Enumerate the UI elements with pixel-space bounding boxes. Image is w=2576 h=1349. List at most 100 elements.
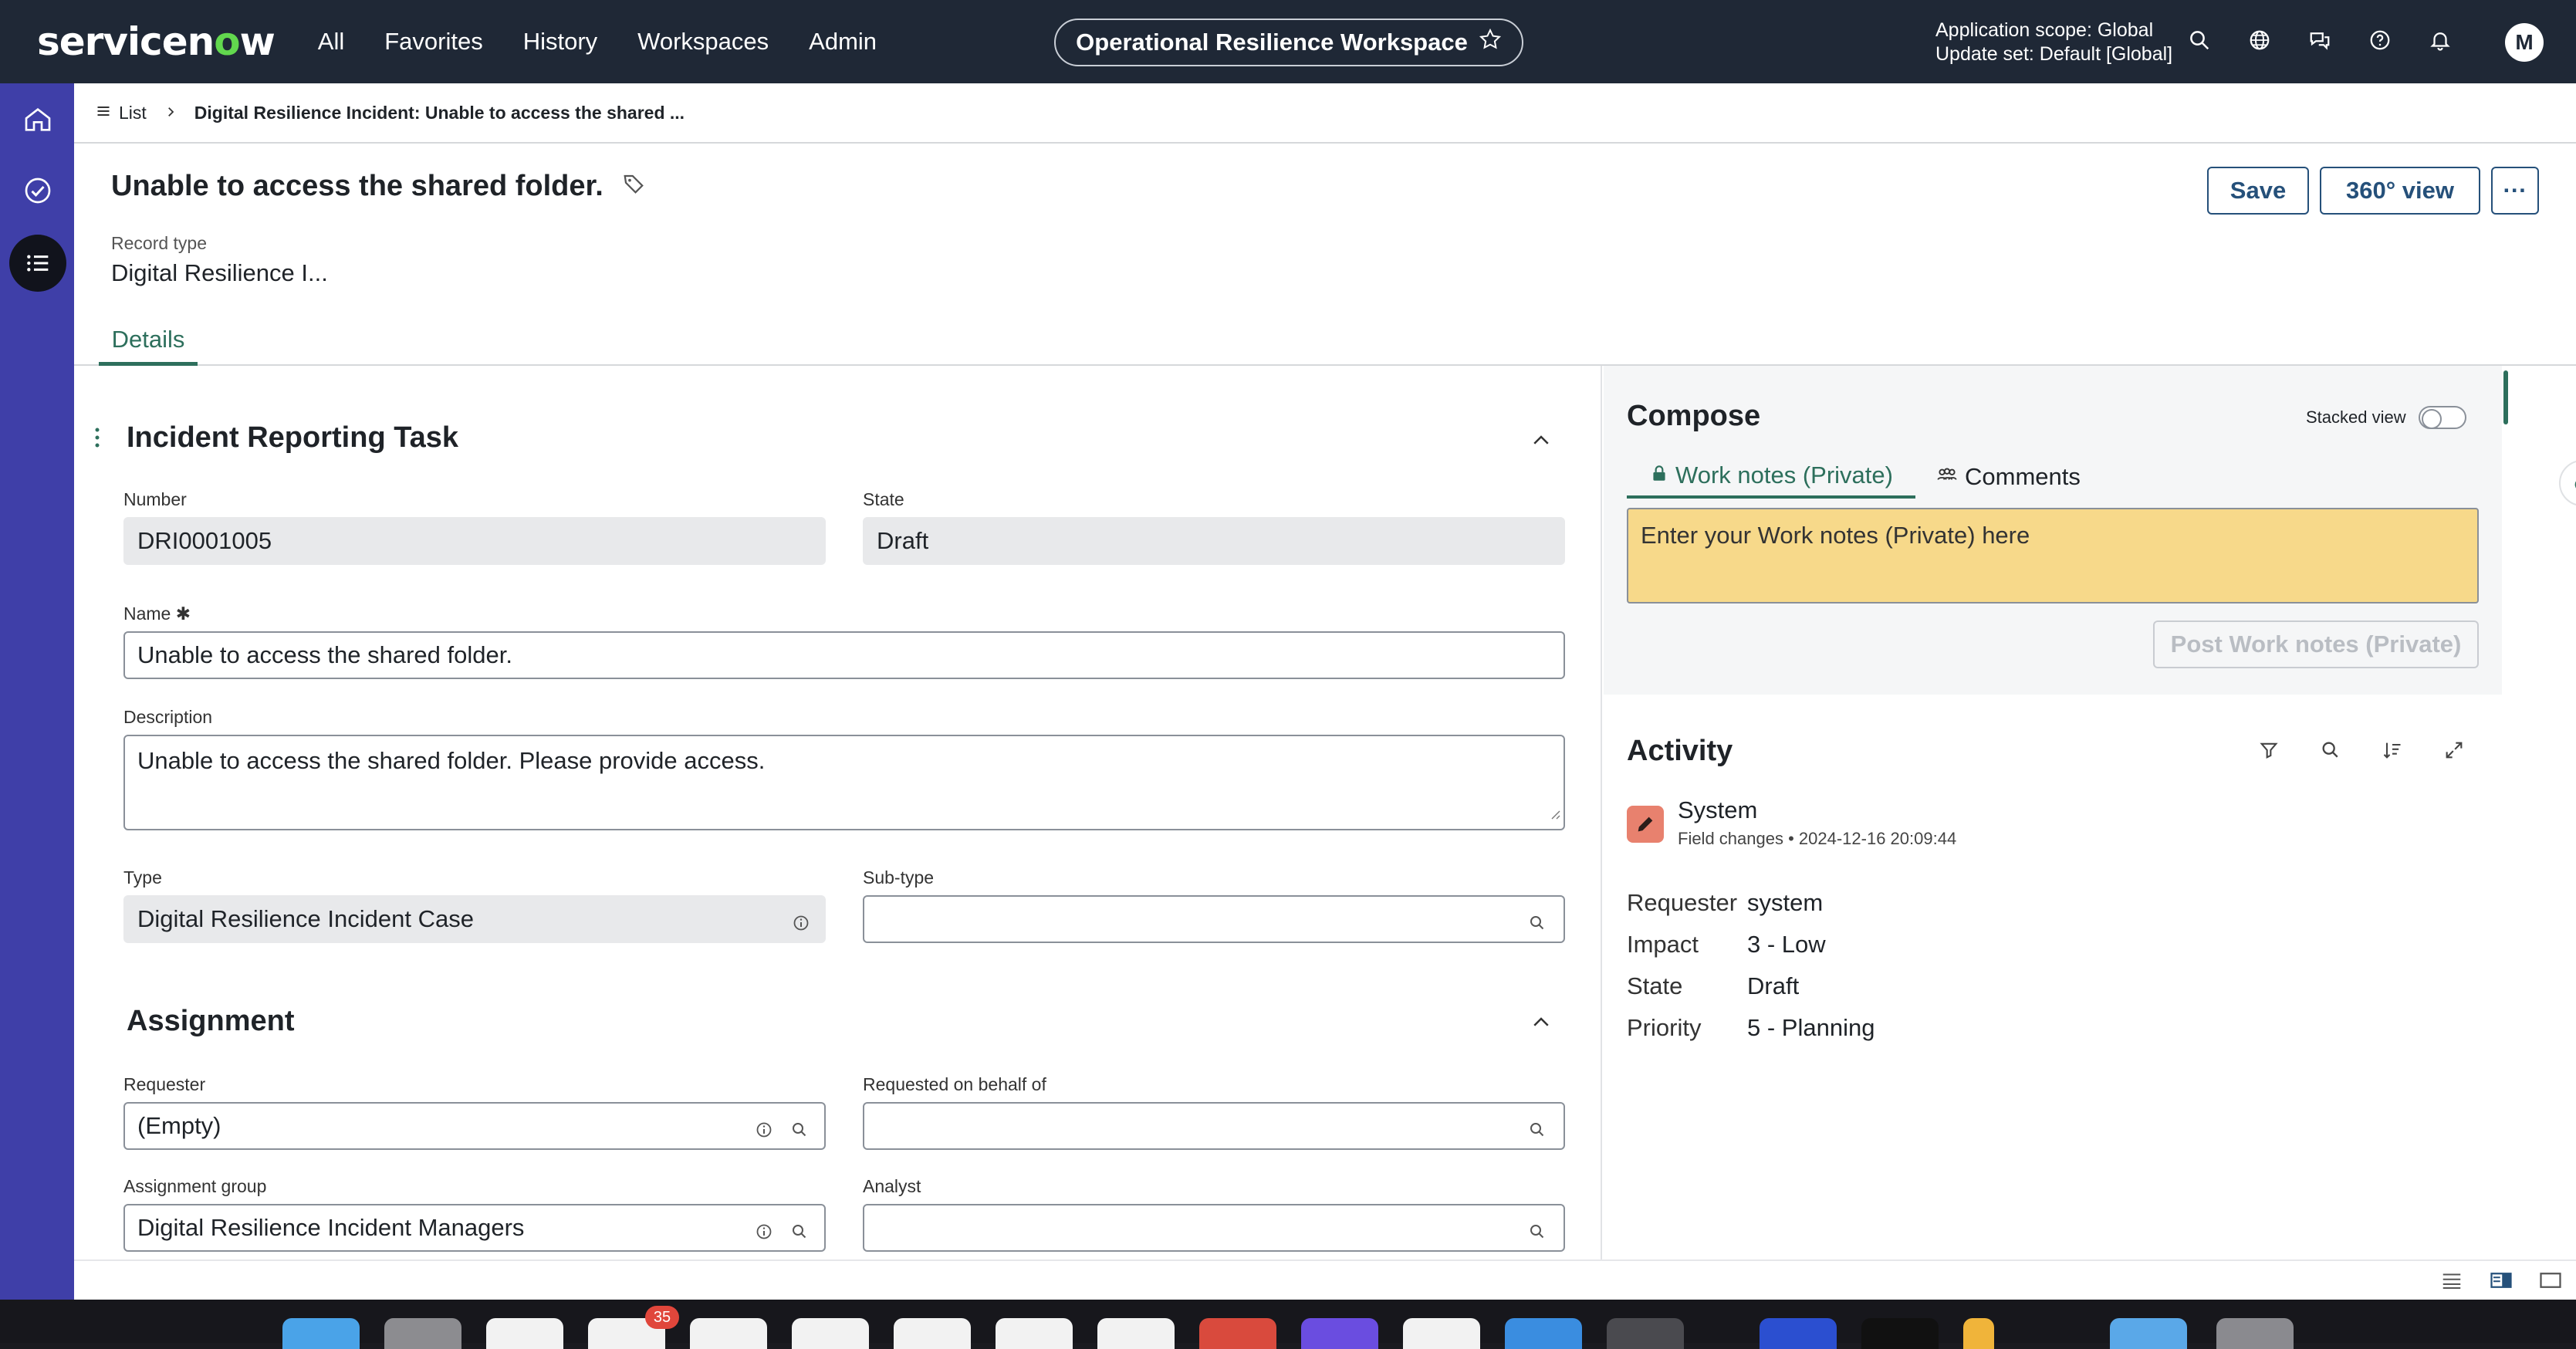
nav-favorites[interactable]: Favorites xyxy=(384,28,482,56)
breadcrumb-list-link[interactable]: List xyxy=(96,103,147,123)
drag-handle-icon[interactable] xyxy=(93,426,102,453)
subtype-input[interactable] xyxy=(863,895,1565,943)
split-layout-icon[interactable] xyxy=(2490,1270,2513,1294)
user-avatar[interactable]: M xyxy=(2505,23,2544,62)
single-layout-icon[interactable] xyxy=(2539,1270,2562,1294)
top-icons xyxy=(2186,26,2454,54)
check-circle-icon[interactable] xyxy=(20,173,56,208)
tag-icon[interactable] xyxy=(622,170,645,203)
search-icon[interactable] xyxy=(1528,1117,1547,1137)
name-input[interactable]: Unable to access the shared folder. xyxy=(123,631,1565,679)
lock-icon xyxy=(1649,462,1669,489)
nav-all[interactable]: All xyxy=(318,28,344,56)
sort-icon[interactable] xyxy=(2382,739,2403,761)
tab-comments[interactable]: Comments xyxy=(1935,455,2081,499)
activity-entry-user: System xyxy=(1678,796,1758,823)
left-rail xyxy=(0,83,74,1300)
servicenow-logo[interactable]: servicenow xyxy=(37,19,276,64)
dock-app-icon[interactable] xyxy=(1861,1318,1939,1349)
home-icon[interactable] xyxy=(20,102,56,137)
search-icon[interactable] xyxy=(2320,739,2341,761)
star-icon[interactable] xyxy=(1479,28,1502,57)
dock-app-icon[interactable] xyxy=(2216,1318,2294,1349)
search-icon[interactable] xyxy=(790,1219,809,1239)
filter-icon[interactable] xyxy=(2258,739,2280,761)
stacked-view-toggle[interactable] xyxy=(2418,406,2466,429)
dock-app-icon[interactable] xyxy=(1607,1318,1684,1349)
description-label: Description xyxy=(123,707,213,727)
pencil-icon xyxy=(1627,806,1664,843)
assignment-group-input[interactable]: Digital Resilience Incident Managers xyxy=(123,1204,826,1252)
dock-app-icon[interactable] xyxy=(486,1318,563,1349)
requester-value: (Empty) xyxy=(137,1112,221,1139)
field-change-row: Priority 5 - Planning xyxy=(1627,1014,1875,1042)
application-scope[interactable]: Application scope: Global Update set: De… xyxy=(1935,19,2172,66)
nav-history[interactable]: History xyxy=(523,28,597,56)
name-label: Name ✱ xyxy=(123,604,191,624)
dock-app-icon[interactable] xyxy=(282,1318,360,1349)
dock-app-icon[interactable] xyxy=(1301,1318,1378,1349)
requester-label: Requester xyxy=(123,1074,206,1094)
post-work-notes-button[interactable]: Post Work notes (Private) xyxy=(2153,620,2479,668)
record-form: Incident Reporting Task Number DRI000100… xyxy=(74,366,1602,1259)
record-type-value[interactable]: Digital Resilience I... xyxy=(111,259,328,287)
dock-app-icon[interactable] xyxy=(690,1318,767,1349)
more-actions-button[interactable]: ··· xyxy=(2491,167,2539,215)
dock-app-icon[interactable] xyxy=(1505,1318,1582,1349)
requester-input[interactable]: (Empty) xyxy=(123,1102,826,1150)
search-icon[interactable] xyxy=(790,1117,809,1137)
view-360-button[interactable]: 360° view xyxy=(2320,167,2480,215)
dock-app-icon[interactable] xyxy=(384,1318,461,1349)
search-icon[interactable] xyxy=(1528,911,1547,930)
description-textarea[interactable]: Unable to access the shared folder. Plea… xyxy=(123,735,1565,830)
chevron-up-icon[interactable] xyxy=(1530,429,1553,452)
bell-icon[interactable] xyxy=(2426,26,2454,54)
tab-details[interactable]: Details xyxy=(99,318,198,366)
field-change-key: State xyxy=(1627,972,1683,999)
activity-toolbar xyxy=(2258,739,2465,761)
dock-app-icon[interactable] xyxy=(2110,1318,2187,1349)
state-label: State xyxy=(863,489,904,509)
field-change-value: 5 - Planning xyxy=(1747,1014,1875,1041)
logo-text-pre: servicen xyxy=(37,19,215,64)
tab-work-notes-label: Work notes (Private) xyxy=(1675,462,1893,489)
breadcrumb: List Digital Resilience Incident: Unable… xyxy=(74,83,2576,144)
dock-app-icon[interactable] xyxy=(792,1318,869,1349)
dock-app-icon[interactable] xyxy=(1760,1318,1837,1349)
requested-on-behalf-input[interactable] xyxy=(863,1102,1565,1150)
subtype-label: Sub-type xyxy=(863,867,935,888)
chat-icon[interactable] xyxy=(2306,26,2334,54)
scope-line: Application scope: Global xyxy=(1935,19,2154,41)
globe-icon[interactable] xyxy=(2246,26,2273,54)
dock-app-icon[interactable] xyxy=(1097,1318,1175,1349)
nav-admin[interactable]: Admin xyxy=(809,28,877,56)
help-icon[interactable] xyxy=(2366,26,2394,54)
workspace-pill[interactable]: Operational Resilience Workspace xyxy=(1054,19,1523,66)
save-button[interactable]: Save xyxy=(2207,167,2309,215)
list-layout-icon[interactable] xyxy=(2440,1270,2463,1294)
state-field[interactable]: Draft xyxy=(863,517,1565,565)
search-icon[interactable] xyxy=(1528,1219,1547,1239)
chevron-up-icon[interactable] xyxy=(1530,1011,1553,1034)
work-notes-input[interactable]: Enter your Work notes (Private) here xyxy=(1627,508,2479,604)
dock-app-icon[interactable] xyxy=(1199,1318,1276,1349)
sidebar-scroll-indicator[interactable] xyxy=(2503,370,2508,424)
analyst-input[interactable] xyxy=(863,1204,1565,1252)
list-icon[interactable] xyxy=(9,235,66,292)
dock-app-icon[interactable] xyxy=(996,1318,1073,1349)
resize-handle-icon[interactable] xyxy=(1548,798,1560,826)
info-icon[interactable] xyxy=(755,1219,773,1239)
dock-app-icon[interactable] xyxy=(1963,1318,1994,1349)
tab-work-notes[interactable]: Work notes (Private) xyxy=(1627,455,1915,499)
activity-entry-meta: Field changes • 2024-12-16 20:09:44 xyxy=(1678,829,1957,848)
info-icon[interactable] xyxy=(755,1117,773,1138)
expand-icon[interactable] xyxy=(2443,739,2465,761)
search-icon[interactable] xyxy=(2186,26,2213,54)
nav-workspaces[interactable]: Workspaces xyxy=(637,28,769,56)
info-icon[interactable] xyxy=(792,911,810,931)
number-value: DRI0001005 xyxy=(137,527,272,554)
paperclip-icon[interactable] xyxy=(2559,460,2576,506)
dock-app-icon[interactable] xyxy=(894,1318,971,1349)
dock-app-icon[interactable] xyxy=(1403,1318,1480,1349)
analyst-label: Analyst xyxy=(863,1176,921,1196)
